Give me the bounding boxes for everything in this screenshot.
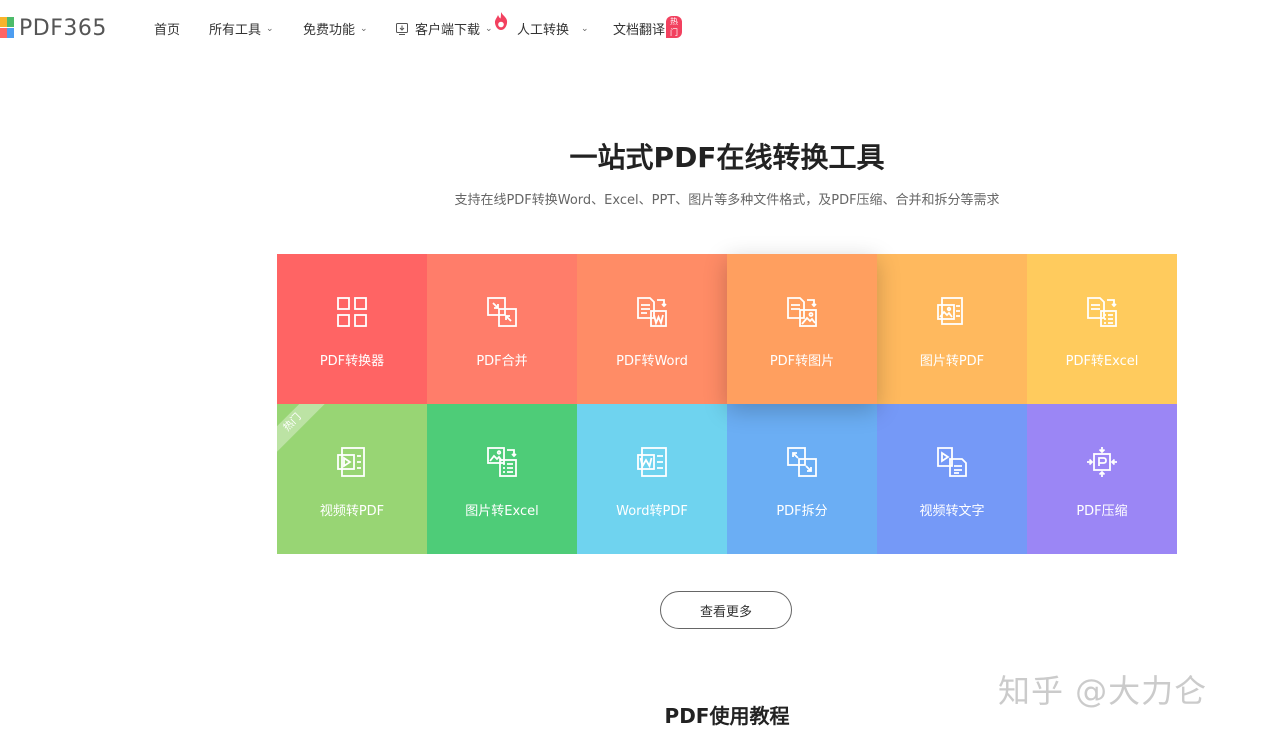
watermark: 知乎 @大力仑	[998, 672, 1208, 710]
page-subtitle: 支持在线PDF转换Word、Excel、PPT、图片等多种文件格式，及PDF压缩…	[454, 193, 1000, 208]
nav-home[interactable]: 首页	[154, 19, 180, 38]
word-convert-icon	[637, 297, 667, 327]
logo-text: PDF365	[19, 15, 107, 41]
chevron-down-icon: ⌄	[360, 23, 368, 34]
tool-label: PDF合并	[476, 354, 528, 369]
tool-pdf-compress[interactable]: PDF压缩	[1027, 404, 1177, 554]
tool-image-to-pdf[interactable]: 图片转PDF	[877, 254, 1027, 404]
tool-word-to-pdf[interactable]: Word转PDF	[577, 404, 727, 554]
tool-label: Word转PDF	[616, 504, 688, 519]
fire-icon	[494, 12, 508, 30]
nav-all-tools[interactable]: 所有工具 ⌄	[209, 19, 274, 38]
excel-convert-icon	[1087, 297, 1117, 327]
tool-pdf-to-image[interactable]: PDF转图片	[727, 254, 877, 404]
download-icon	[396, 22, 408, 35]
tool-label: PDF转图片	[769, 354, 835, 369]
tool-label: PDF转Word	[616, 354, 688, 369]
image-convert-icon	[787, 297, 817, 327]
tool-label: PDF转换器	[319, 354, 385, 369]
view-more-button[interactable]: 查看更多	[660, 591, 792, 629]
nav-free-features-label: 免费功能	[303, 23, 356, 38]
tool-label: PDF转Excel	[1065, 354, 1139, 369]
nav-doc-translate-label: 文档翻译	[613, 23, 666, 38]
nav-manual-conversion[interactable]: 人工转换 ⌄	[517, 19, 589, 38]
chevron-down-icon: ⌄	[266, 23, 274, 34]
logo[interactable]: PDF365	[0, 15, 107, 41]
video-icon	[337, 447, 365, 477]
tool-label: 视频转PDF	[319, 504, 385, 519]
grid-icon	[337, 297, 367, 327]
merge-icon	[487, 297, 517, 327]
logo-icon	[0, 17, 14, 39]
tool-pdf-to-word[interactable]: PDF转Word	[577, 254, 727, 404]
image-excel-icon	[487, 447, 517, 477]
word-doc-icon	[637, 447, 667, 477]
video-text-icon	[937, 447, 967, 477]
hot-badge: 热门	[666, 16, 682, 38]
tool-pdf-converter[interactable]: PDF转换器	[277, 254, 427, 404]
tool-grid: PDF转换器 PDF合并 PDF转Word PDF转图片 图片转PDF PDF转…	[277, 254, 1177, 554]
compress-icon	[1087, 447, 1117, 477]
tool-pdf-split[interactable]: PDF拆分	[727, 404, 877, 554]
tool-label: 图片转PDF	[919, 354, 985, 369]
split-icon	[787, 447, 817, 477]
tool-image-to-excel[interactable]: 图片转Excel	[427, 404, 577, 554]
chevron-down-icon: ⌄	[581, 23, 589, 34]
hot-ribbon: 热门	[277, 404, 328, 458]
nav-manual-conversion-label: 人工转换	[517, 23, 570, 38]
nav-client-download-label: 客户端下载	[415, 23, 481, 38]
tool-label: 视频转文字	[919, 504, 985, 519]
tool-video-to-text[interactable]: 视频转文字	[877, 404, 1027, 554]
top-header: PDF365 首页 所有工具 ⌄ 免费功能 ⌄ 客户端下载 ⌄ 人工转换 ⌄ 文…	[0, 0, 1266, 56]
tool-video-to-pdf[interactable]: 热门 视频转PDF	[277, 404, 427, 554]
tool-label: PDF拆分	[776, 504, 828, 519]
nav-home-label: 首页	[154, 23, 181, 38]
tool-label: 图片转Excel	[465, 504, 539, 519]
page-title: 一站式PDF在线转换工具	[569, 141, 885, 174]
nav-doc-translate[interactable]: 文档翻译	[613, 19, 665, 38]
tool-pdf-to-excel[interactable]: PDF转Excel	[1027, 254, 1177, 404]
tool-pdf-merge[interactable]: PDF合并	[427, 254, 577, 404]
nav-free-features[interactable]: 免费功能 ⌄	[303, 19, 368, 38]
nav-all-tools-label: 所有工具	[209, 23, 262, 38]
chevron-down-icon: ⌄	[485, 23, 493, 34]
image-to-pdf-icon	[937, 297, 963, 325]
tool-label: PDF压缩	[1076, 504, 1128, 519]
nav-client-download[interactable]: 客户端下载 ⌄	[396, 19, 493, 38]
